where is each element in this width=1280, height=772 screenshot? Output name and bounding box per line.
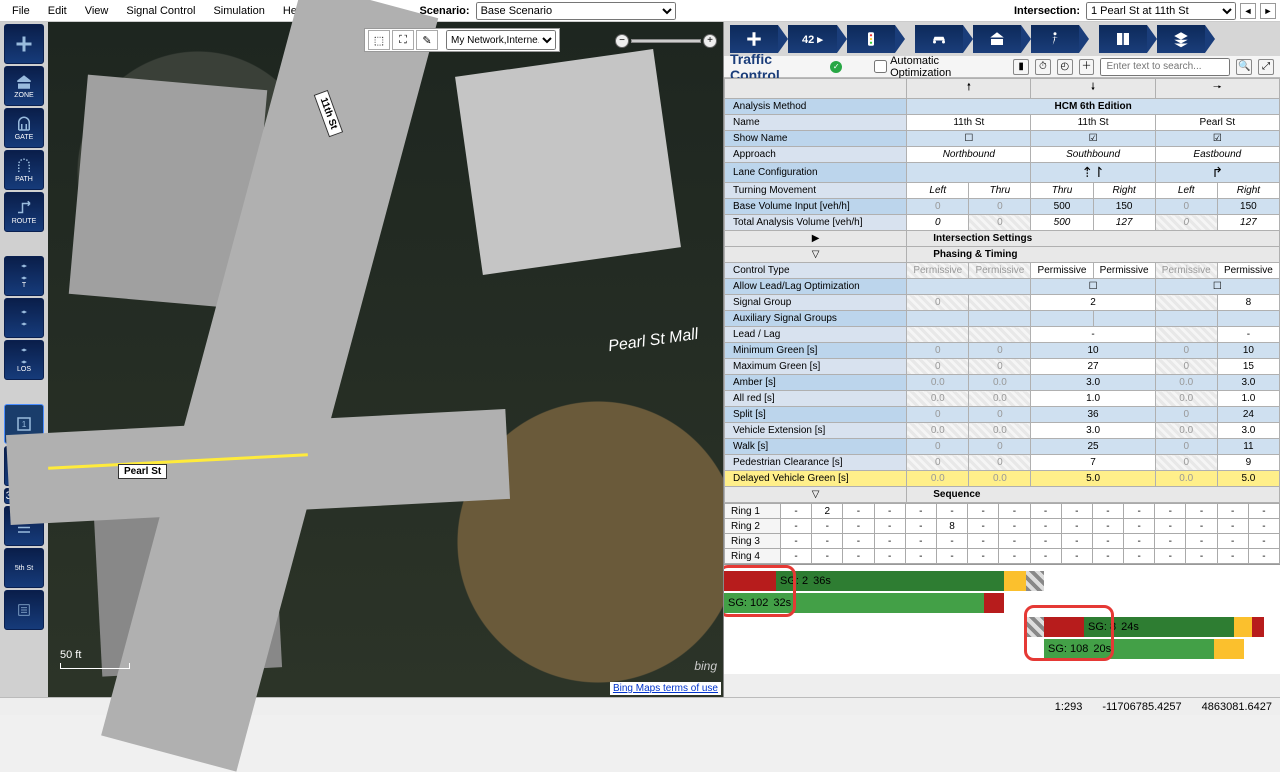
intersection-prev-button[interactable]: ◄ [1240,3,1256,19]
sidebar-path[interactable]: PATH [4,150,44,190]
status-coord-y: 4863081.6427 [1202,701,1272,713]
data-grid[interactable]: 🠕🠗🠖 Analysis MethodHCM 6th Edition Name1… [724,78,1280,697]
zoom-in-button[interactable]: + [703,34,717,48]
hdr-btn-add[interactable]: ＋ [1079,59,1095,75]
highlight-box-2 [1024,605,1114,661]
map-network-select[interactable]: My Network,Interne... [446,30,556,50]
bing-logo: bing [694,659,717,673]
hdr-btn-timer[interactable]: ⏱ [1035,59,1051,75]
menu-view[interactable]: View [77,3,117,19]
search-button[interactable]: 🔍 [1236,59,1252,75]
intersection-next-button[interactable]: ► [1260,3,1276,19]
status-ok-icon: ✓ [830,61,842,73]
map-tool-select[interactable]: ⬚ [368,30,390,50]
search-input[interactable] [1100,58,1230,76]
menu-file[interactable]: File [4,3,38,19]
sidebar-5thst[interactable]: 5th St [4,548,44,588]
phase-sg2-green: SG: 2 36s [776,571,1004,591]
hdr-btn-1[interactable]: ▮ [1013,59,1029,75]
menubar: File Edit View Signal Control Simulation… [0,0,1280,22]
svg-text:1: 1 [22,420,27,429]
bing-terms-link[interactable]: Bing Maps terms of use [610,682,721,695]
tab-volumes[interactable]: 42 ▸ [788,25,837,53]
auto-optimization-checkbox[interactable]: Automatic Optimization [874,55,1001,79]
phase-sg2-amber [1004,571,1026,591]
tab-vehicles[interactable] [915,25,963,53]
sidebar-intersection-icon[interactable] [4,24,44,64]
hdr-btn-clock[interactable]: ◴ [1057,59,1073,75]
sidebar-gate[interactable]: GATE [4,108,44,148]
sidebar-b-tool[interactable] [4,298,44,338]
menu-simulation[interactable]: Simulation [205,3,272,19]
tab-intersection[interactable] [730,25,778,53]
map-zoom-control[interactable]: − + [615,34,717,48]
status-scale: 1:293 [1055,701,1083,713]
map-tool-pencil[interactable]: ✎ [416,30,438,50]
tab-layers[interactable] [1157,25,1205,53]
tab-layout[interactable] [1099,25,1147,53]
dir-right-icon: 🠖 [1155,79,1279,99]
collapse-phasing[interactable]: ▽ [725,247,907,263]
intersection-select[interactable]: 1 Pearl St at 11th St [1086,2,1236,20]
zoom-out-button[interactable]: − [615,34,629,48]
tab-ped[interactable] [1031,25,1079,53]
tab-signal[interactable] [847,25,895,53]
scenario-select[interactable]: Base Scenario [476,2,676,20]
sidebar-route[interactable]: ROUTE [4,192,44,232]
expand-intersection-settings[interactable]: ▶ [725,231,907,247]
sidebar-zone[interactable]: ZONE [4,66,44,106]
right-panel: 42 ▸ Traffic Control ✓ Automatic Optimiz… [724,22,1280,697]
sidebar-list[interactable] [4,590,44,630]
intersection-label: Intersection: [1014,5,1080,17]
menu-signal-control[interactable]: Signal Control [118,3,203,19]
phase-diagram[interactable]: SG: 2 36s SG: 102 32s SG: 8 24s SG: 108 … [724,564,1280,674]
menu-edit[interactable]: Edit [40,3,75,19]
status-coord-x: -11706785.4257 [1102,701,1181,713]
tab-zone[interactable] [973,25,1021,53]
expand-button[interactable]: ⤢ [1258,59,1274,75]
sequence-table[interactable]: Ring 1-2-------------- Ring 2-----8-----… [724,503,1280,564]
dir-up-icon: 🠕 [907,79,1031,99]
panel-header: Traffic Control ✓ Automatic Optimization… [724,56,1280,78]
map-tool-fullscreen[interactable]: ⛶ [392,30,414,50]
sidebar-los[interactable]: LOS [4,340,44,380]
sidebar-t-tool[interactable]: T [4,256,44,296]
map-toolbar: ⬚ ⛶ ✎ My Network,Interne... [364,28,560,52]
collapse-sequence[interactable]: ▽ [725,487,907,503]
phase-sg2-allred [1026,571,1044,591]
highlight-box-1 [724,565,796,617]
panel-tab-row: 42 ▸ [724,22,1280,56]
street-label-pearl: Pearl St [118,464,167,479]
map-scale: 50 ft [60,649,130,669]
left-sidebar: ZONE GATE PATH ROUTE T LOS 1 30 – 28 5th… [0,22,48,697]
map-view[interactable]: ⬚ ⛶ ✎ My Network,Interne... − + 11th St … [48,22,724,697]
dir-down-icon: 🠗 [1031,79,1155,99]
zoom-slider[interactable] [631,39,701,43]
